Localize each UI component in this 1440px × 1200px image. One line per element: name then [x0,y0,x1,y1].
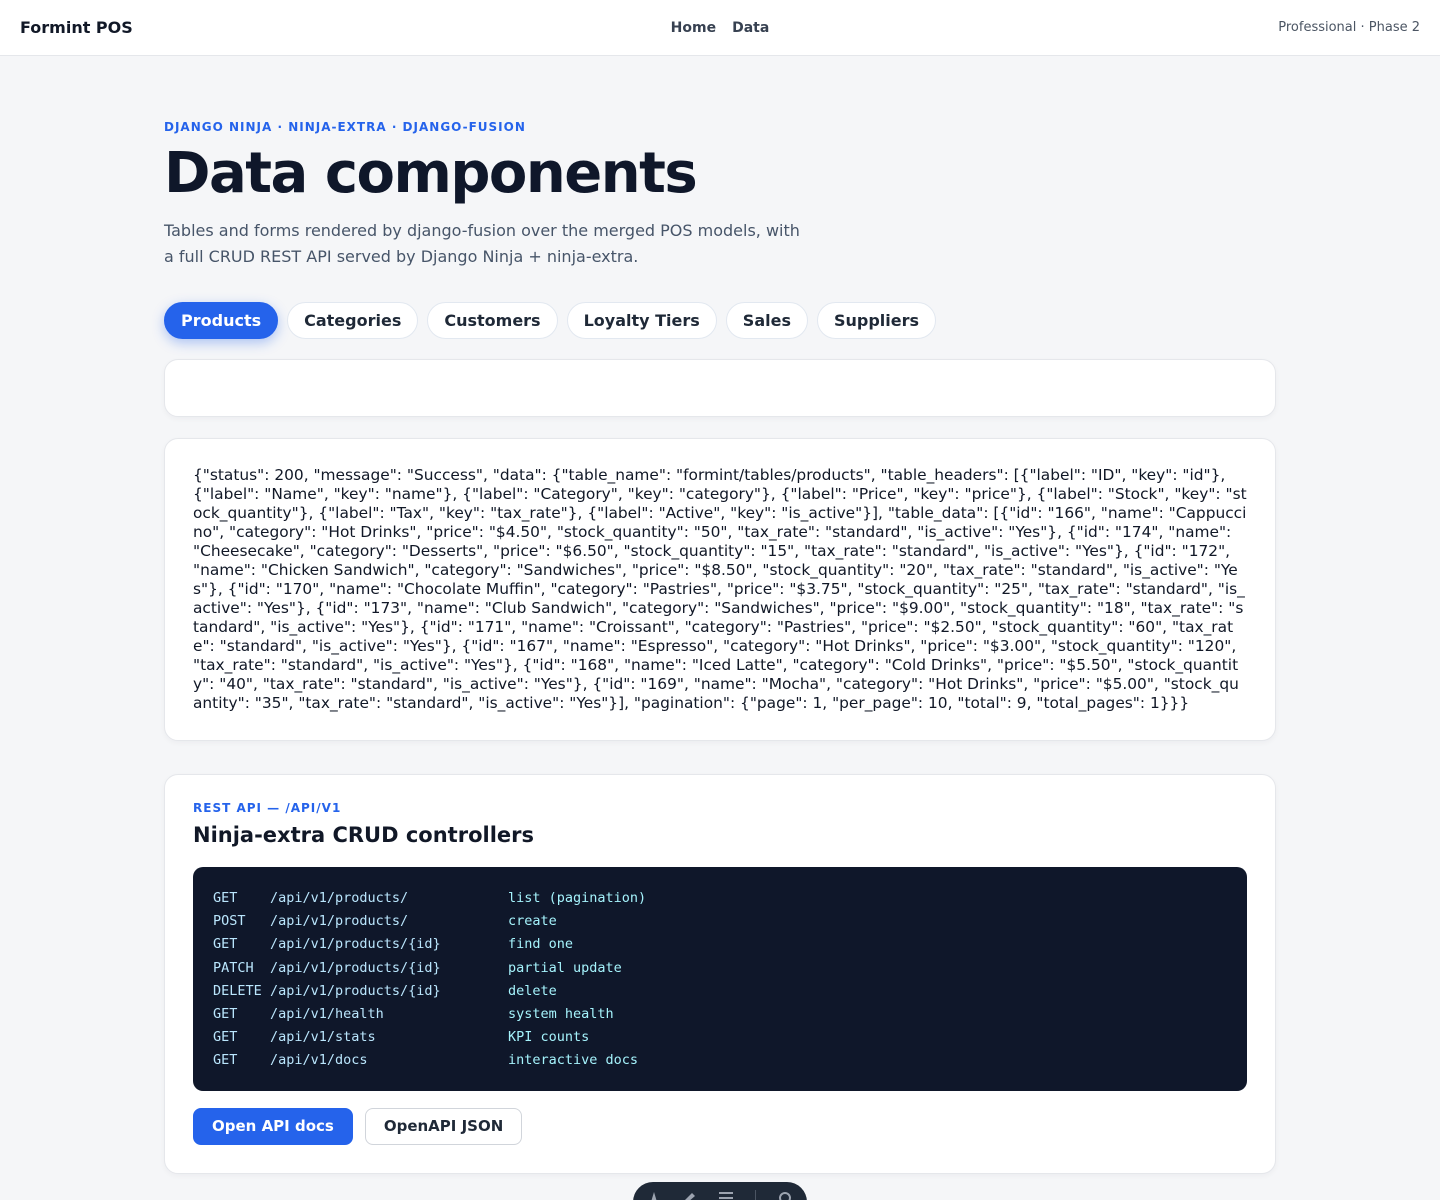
top-nav: Home Data [671,20,770,36]
nav-link-home[interactable]: Home [671,20,716,36]
endpoint-path: /api/v1/products/{id} [270,936,441,953]
gear-icon[interactable] [778,1190,792,1200]
component-placeholder-card [164,359,1276,417]
tab-products[interactable]: Products [164,302,279,339]
main-content: DJANGO NINJA · NINJA-EXTRA · DJANGO-FUSI… [164,56,1276,1174]
plan-tier-label: Professional · Phase 2 [1278,20,1420,35]
api-section-title: Ninja-extra CRUD controllers [193,823,534,847]
endpoint-method: GET [213,890,238,906]
page-title: Data components [164,141,698,206]
api-actions: Open API docs OpenAPI JSON [193,1107,1247,1145]
openapi-json-button[interactable]: OpenAPI JSON [364,1107,523,1145]
endpoint-path: /api/v1/products/{id} [270,959,441,976]
page-subtitle: Tables and forms rendered by django-fusi… [164,221,800,266]
floating-toolbar [633,1182,807,1200]
endpoint-desc: delete [508,982,557,999]
tab-categories[interactable]: Categories [287,302,419,339]
endpoint-desc: list (pagination) [508,890,647,906]
endpoint-method: GET [213,1052,238,1069]
endpoint-row: GET /api/v1/products/{id} find one [213,933,1227,956]
api-eyebrow: REST API — /API/V1 [193,801,342,815]
endpoint-row: PATCH /api/v1/products/{id} partial upda… [213,957,1227,980]
pen-icon[interactable] [647,1190,661,1200]
endpoint-path: /api/v1/stats [270,1029,376,1046]
endpoint-path: /api/v1/docs [270,1052,368,1069]
endpoint-row: POST /api/v1/products/ create [213,910,1227,933]
endpoint-list: GET /api/v1/products/ list (pagination) … [193,867,1247,1091]
brush-icon[interactable] [683,1190,697,1200]
tab-suppliers[interactable]: Suppliers [816,302,937,339]
nav-link-data[interactable]: Data [732,20,769,36]
endpoint-path: /api/v1/products/ [270,913,409,930]
endpoint-row: GET /api/v1/stats KPI counts [213,1026,1227,1049]
endpoint-path: /api/v1/health [270,1006,384,1023]
endpoint-desc: partial update [508,959,622,976]
endpoint-method: GET [213,936,238,953]
brand-logo[interactable]: Formint POS [20,18,133,37]
tab-customers[interactable]: Customers [427,302,558,339]
endpoint-method: POST [213,913,246,930]
endpoint-method: DELETE [213,982,262,999]
model-tabs: Products Categories Customers Loyalty Ti… [164,302,1276,339]
endpoint-desc: interactive docs [508,1052,639,1069]
rest-api-card: REST API — /API/V1 Ninja-extra CRUD cont… [164,774,1276,1174]
top-bar: Formint POS Home Data Professional · Pha… [0,0,1440,56]
endpoint-desc: create [508,913,557,930]
endpoint-desc: system health [508,1006,614,1023]
endpoint-method: GET [213,1006,238,1023]
endpoint-desc: find one [508,936,574,953]
endpoint-row: GET /api/v1/products/ list (pagination) [213,887,1227,910]
endpoint-row: GET /api/v1/docs interactive docs [213,1049,1227,1072]
endpoint-path: /api/v1/products/{id} [270,982,441,999]
endpoint-row: DELETE /api/v1/products/{id} delete [213,980,1227,1003]
tab-sales[interactable]: Sales [725,302,808,339]
endpoint-method: PATCH [213,959,254,976]
json-response-text: {"status": 200, "message": "Success", "d… [193,466,1247,712]
open-api-docs-button[interactable]: Open API docs [193,1107,353,1145]
endpoint-row: GET /api/v1/health system health [213,1003,1227,1026]
endpoint-method: GET [213,1029,238,1046]
endpoint-path: /api/v1/products/ [270,890,409,906]
tab-loyalty-tiers[interactable]: Loyalty Tiers [566,302,717,339]
endpoint-desc: KPI counts [508,1029,590,1046]
hero-eyebrow: DJANGO NINJA · NINJA-EXTRA · DJANGO-FUSI… [164,120,526,134]
toolbar-divider [755,1190,756,1200]
json-response-card: {"status": 200, "message": "Success", "d… [164,438,1276,741]
menu-icon[interactable] [719,1190,733,1200]
